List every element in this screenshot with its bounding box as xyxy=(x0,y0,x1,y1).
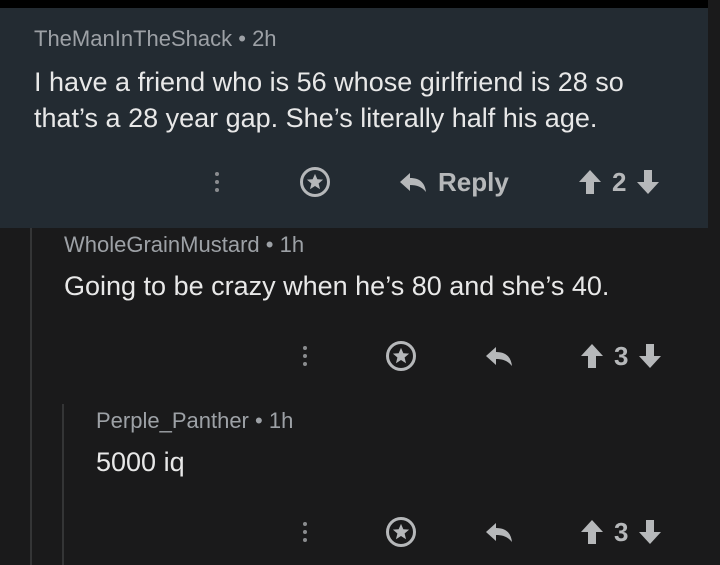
vote-score: 3 xyxy=(614,516,629,547)
vote-controls: 3 xyxy=(580,336,662,376)
upvote-icon[interactable] xyxy=(580,343,604,369)
vote-controls: 3 xyxy=(580,512,662,552)
reply-button[interactable] xyxy=(484,512,514,552)
comment-age: 2h xyxy=(252,26,277,51)
upvote-icon[interactable] xyxy=(578,169,602,195)
comment-age: 1h xyxy=(279,232,305,257)
more-icon[interactable] xyxy=(300,512,310,552)
reply-icon xyxy=(484,521,514,543)
comment-body: I have a friend who is 56 whose girlfrie… xyxy=(34,64,624,136)
comment-body-line: Going to be crazy when he’s 80 and she’s… xyxy=(64,271,610,301)
meta-separator: • xyxy=(255,408,263,433)
comment-body: Going to be crazy when he’s 80 and she’s… xyxy=(64,268,609,304)
comment-author[interactable]: TheManInTheShack xyxy=(34,26,232,51)
comment-body-line: I have a friend who is 56 whose girlfrie… xyxy=(34,67,624,97)
comment-body: 5000 iq xyxy=(96,444,185,480)
more-icon[interactable] xyxy=(212,162,222,202)
vote-score: 3 xyxy=(614,340,629,371)
comment-author[interactable]: Perple_Panther xyxy=(96,408,249,433)
comment-body-line: 5000 iq xyxy=(96,447,185,477)
award-icon[interactable] xyxy=(300,167,330,197)
comment-perple-panther: Perple_Panther • 1h 5000 iq 3 xyxy=(0,390,720,565)
reply-icon xyxy=(484,345,514,367)
comment-author[interactable]: WholeGrainMustard xyxy=(64,232,260,257)
comment-meta: Perple_Panther • 1h xyxy=(96,408,293,434)
comment-actions: 3 xyxy=(0,512,720,552)
reply-button[interactable] xyxy=(484,336,514,376)
comment-body-line: that’s a 28 year gap. She’s literally ha… xyxy=(34,103,598,133)
more-icon[interactable] xyxy=(300,336,310,376)
comment-meta: WholeGrainMustard • 1h xyxy=(64,232,304,258)
downvote-icon[interactable] xyxy=(638,519,662,545)
upvote-icon[interactable] xyxy=(580,519,604,545)
reply-icon xyxy=(398,171,428,193)
comment-age: 1h xyxy=(268,408,294,433)
comment-meta: TheManInTheShack • 2h xyxy=(34,26,277,52)
reply-button[interactable]: Reply xyxy=(398,162,509,202)
reply-label: Reply xyxy=(438,166,509,197)
vote-controls: 2 xyxy=(578,162,660,202)
comment-actions: Reply 2 xyxy=(0,162,708,202)
meta-separator: • xyxy=(265,232,274,257)
vote-score: 2 xyxy=(612,166,627,197)
downvote-icon[interactable] xyxy=(636,169,660,195)
downvote-icon[interactable] xyxy=(638,343,662,369)
award-icon[interactable] xyxy=(386,517,416,547)
award-icon[interactable] xyxy=(386,341,416,371)
comment-wholegrainmustard: WholeGrainMustard • 1h Going to be crazy… xyxy=(0,228,720,390)
meta-separator: • xyxy=(238,26,246,51)
comment-actions: 3 xyxy=(0,336,720,376)
comment-themanintheshack: TheManInTheShack • 2h I have a friend wh… xyxy=(0,0,708,228)
